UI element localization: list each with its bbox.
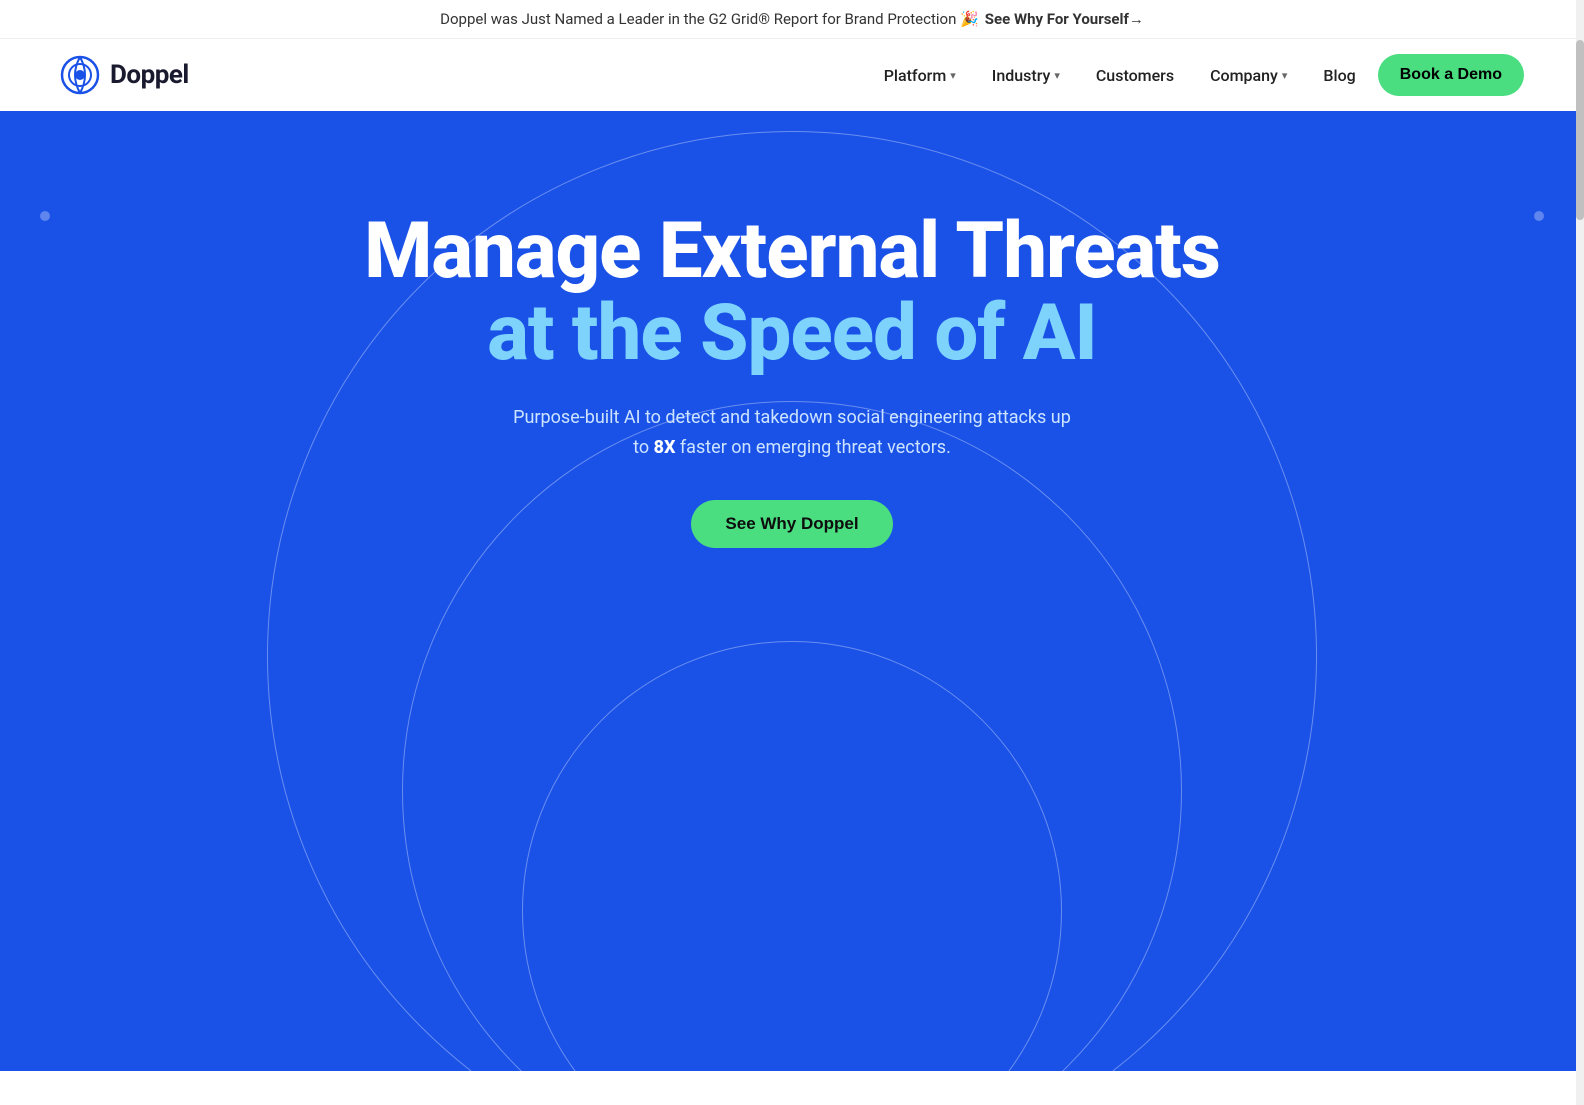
nav-links: Platform ▾ Industry ▾ Customers Company … <box>870 54 1524 96</box>
decorative-dot-right <box>1534 211 1544 221</box>
scrollbar-thumb[interactable] <box>1576 40 1584 220</box>
hero-title: Manage External Threats at the Speed of … <box>364 211 1220 375</box>
logo-text: Doppel <box>110 60 189 90</box>
nav-label-industry: Industry <box>992 66 1051 85</box>
hero-title-line2: at the Speed of AI <box>487 288 1097 379</box>
navbar: Doppel Platform ▾ Industry ▾ Customers C… <box>0 39 1584 111</box>
chevron-down-icon-industry: ▾ <box>1054 69 1060 82</box>
chevron-down-icon-platform: ▾ <box>950 69 956 82</box>
announcement-bar: Doppel was Just Named a Leader in the G2… <box>0 0 1584 39</box>
nav-item-platform[interactable]: Platform ▾ <box>870 58 970 93</box>
nav-item-industry[interactable]: Industry ▾ <box>978 58 1074 93</box>
nav-item-customers[interactable]: Customers <box>1082 58 1188 93</box>
nav-label-customers: Customers <box>1096 66 1174 85</box>
logo-icon <box>60 55 100 95</box>
book-demo-button[interactable]: Book a Demo <box>1378 54 1524 96</box>
decorative-dot-left <box>40 211 50 221</box>
hero-title-line1: Manage External Threats <box>364 206 1220 297</box>
nav-item-blog[interactable]: Blog <box>1309 58 1369 93</box>
hero-cta-button[interactable]: See Why Doppel <box>691 500 892 548</box>
hero-content: Manage External Threats at the Speed of … <box>344 211 1240 548</box>
logo-link[interactable]: Doppel <box>60 55 189 95</box>
hero-subtitle-suffix: faster on emerging threat vectors. <box>675 437 950 458</box>
nav-item-company[interactable]: Company ▾ <box>1196 58 1301 93</box>
announcement-cta[interactable]: See Why For Yourself→ <box>985 10 1144 28</box>
hero-section: Manage External Threats at the Speed of … <box>0 111 1584 1071</box>
hero-subtitle: Purpose-built AI to detect and takedown … <box>512 403 1072 464</box>
chevron-down-icon-company: ▾ <box>1282 69 1288 82</box>
announcement-text: Doppel was Just Named a Leader in the G2… <box>440 10 979 28</box>
nav-label-company: Company <box>1210 66 1278 85</box>
hero-subtitle-bold: 8X <box>654 437 676 458</box>
nav-label-blog: Blog <box>1323 66 1355 85</box>
scrollbar-track[interactable] <box>1576 0 1584 1105</box>
nav-label-platform: Platform <box>884 66 947 85</box>
